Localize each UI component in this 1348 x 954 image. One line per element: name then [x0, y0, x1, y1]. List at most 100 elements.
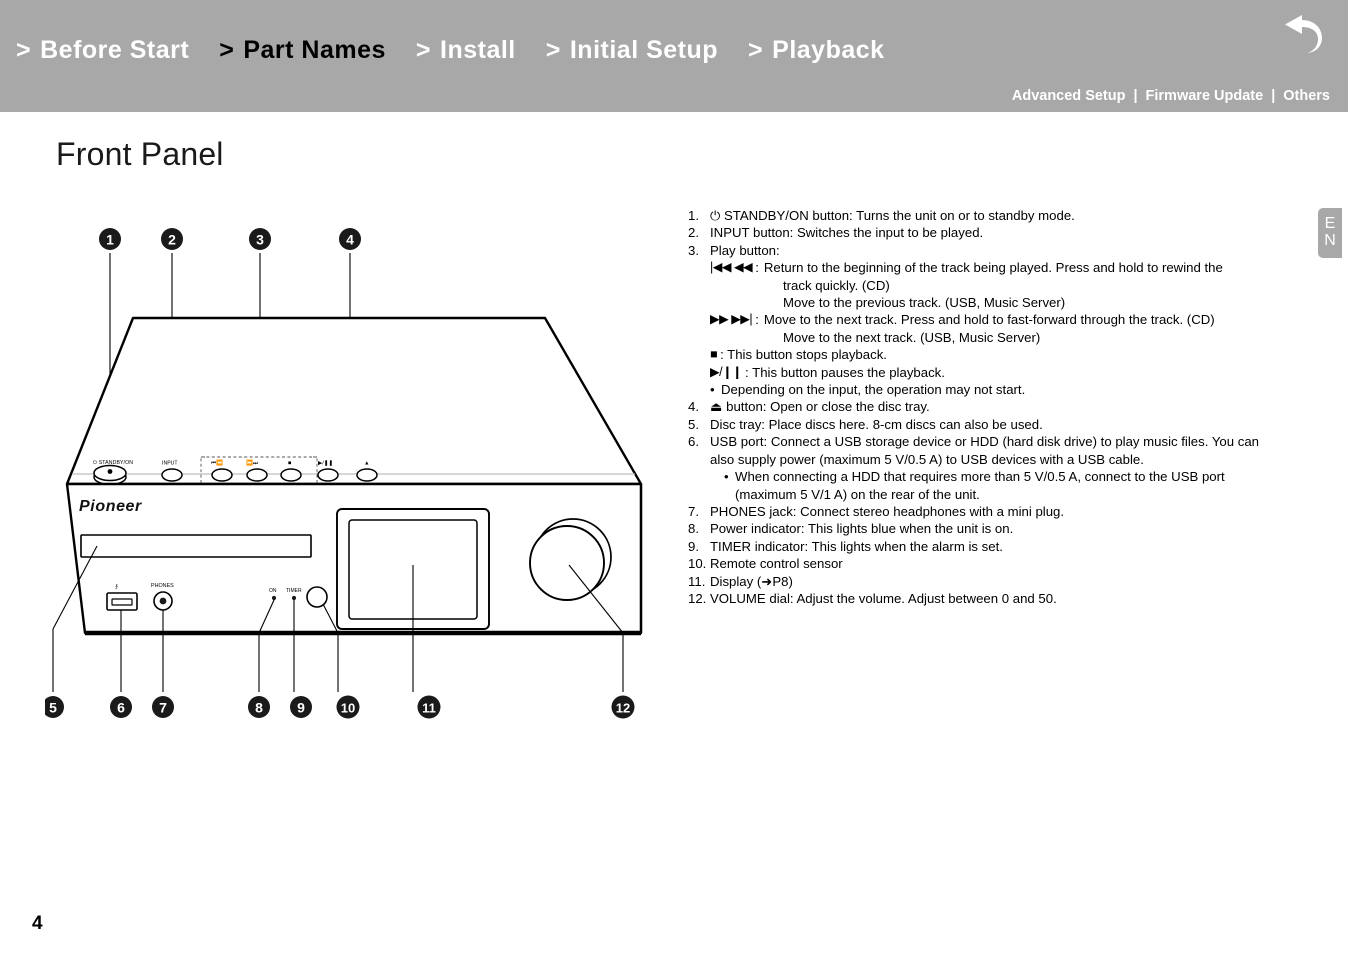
stop-button — [280, 468, 302, 482]
desc-text-7: PHONES jack: Connect stereo headphones w… — [710, 503, 1065, 519]
device-top-face — [65, 316, 643, 486]
desc-play-pause-row: ▶/❙❙ : This button pauses the playback. — [710, 364, 1298, 381]
callout-8: 8 — [248, 696, 270, 718]
desc-play-note-row: • Depending on the input, the operation … — [710, 381, 1298, 398]
input-button — [161, 468, 183, 482]
callout-12: 12 — [611, 695, 635, 719]
desc-text-6-cont: also supply power (maximum 5 V/0.5 A) to… — [710, 451, 1144, 467]
desc-item-9: 9. TIMER indicator: This lights when the… — [688, 538, 1298, 555]
secondary-nav-others[interactable]: Others — [1283, 88, 1330, 104]
play-pause-symbol: ▶/❙❙ — [710, 364, 743, 379]
svg-text:2: 2 — [168, 232, 176, 248]
lang-tab-line1: E — [1324, 215, 1336, 233]
prev-track-line1: Return to the beginning of the track bei… — [763, 260, 1223, 276]
nav-label-before-start: Before Start — [40, 36, 190, 64]
device-illustration: 1 2 3 4 ⏻ STANDBY/ON INPUT ⏮⏪ ⏩⏭ ■ ▶/❚❚ … — [45, 228, 643, 719]
desc-num-3: 3. — [688, 242, 699, 258]
play-note-text: Depending on the input, the operation ma… — [721, 382, 1026, 398]
nav-item-part-names[interactable]: > Part Names — [219, 36, 386, 65]
desc-num-11: 11. — [688, 573, 706, 589]
callout-3: 3 — [249, 228, 271, 250]
svg-text:6: 6 — [117, 700, 125, 716]
desc-num-12: 12. — [688, 590, 707, 606]
prev-track-line3: Move to the previous track. (USB, Music … — [783, 295, 1066, 311]
prev-track-symbol: |◀◀ ◀◀ — [710, 260, 753, 275]
stop-text: : This button stops playback. — [720, 347, 887, 363]
callout-2: 2 — [161, 228, 183, 250]
remote-control-sensor — [306, 586, 328, 608]
callout-6: 6 — [110, 696, 132, 718]
usb-note-bullet-icon: • — [724, 469, 729, 485]
stop-symbol: ■ — [710, 347, 718, 362]
front-panel-description-list: 1. ⏻ STANDBY/ON button: Turns the unit o… — [688, 207, 1298, 607]
nav-chevron-icon: > — [16, 36, 32, 64]
svg-text:10: 10 — [341, 701, 355, 716]
language-tab-en: E N — [1318, 208, 1342, 258]
desc-play-prev-row: |◀◀ ◀◀ : Return to the beginning of the … — [710, 259, 1298, 276]
desc-text-1-body: STANDBY/ON button: Turns the unit on or … — [723, 208, 1075, 223]
svg-text:3: 3 — [256, 232, 264, 248]
nav-chevron-icon: > — [748, 36, 764, 64]
nav-label-playback: Playback — [772, 36, 885, 64]
prev-track-button — [211, 468, 233, 482]
phones-jack — [153, 591, 173, 611]
front-panel-diagram: 1 2 3 4 ⏻ STANDBY/ON INPUT ⏮⏪ ⏩⏭ ■ ▶/❚❚ … — [45, 205, 685, 735]
desc-text-8: Power indicator: This lights blue when t… — [710, 521, 1014, 537]
nav-item-install[interactable]: > Install — [416, 36, 516, 65]
secondary-nav-separator: | — [1271, 88, 1276, 104]
power-indicator — [271, 595, 277, 601]
secondary-nav-firmware-update[interactable]: Firmware Update — [1146, 88, 1264, 104]
callout-9: 9 — [290, 696, 312, 718]
nav-item-playback[interactable]: > Playback — [748, 36, 885, 65]
nav-label-part-names: Part Names — [243, 36, 386, 64]
nav-chevron-icon: > — [415, 36, 431, 64]
desc-num-6: 6. — [688, 434, 699, 450]
eject-label: ▲ — [364, 461, 370, 467]
desc-item-11: 11. Display (➜P8) — [688, 573, 1298, 590]
secondary-nav-separator: | — [1133, 88, 1138, 104]
desc-item-6: 6. USB port: Connect a USB storage devic… — [688, 433, 1298, 450]
callout-5: 5 — [45, 696, 64, 718]
next-track-button — [246, 468, 268, 482]
phones-label: PHONES — [151, 583, 174, 589]
svg-text:9: 9 — [297, 700, 305, 716]
nav-item-before-start[interactable]: > Before Start — [16, 36, 189, 65]
usb-note-row: • When connecting a HDD that requires mo… — [724, 468, 1298, 485]
prev-track-label: ⏮⏪ — [211, 459, 223, 467]
desc-text-2: INPUT button: Switches the input to be p… — [710, 225, 984, 241]
svg-text:12: 12 — [616, 701, 630, 716]
standby-on-label: ⏻ STANDBY/ON — [93, 460, 133, 466]
desc-num-8: 8. — [688, 521, 699, 537]
play-pause-button — [317, 468, 339, 482]
usb-label: ∱ — [115, 584, 118, 590]
desc-text-9: TIMER indicator: This lights when the al… — [710, 538, 1003, 554]
desc-item-3: 3. Play button: — [688, 242, 1298, 259]
desc-item-1: 1. ⏻ STANDBY/ON button: Turns the unit o… — [688, 207, 1298, 224]
desc-text-4-body: button: Open or close the disc tray. — [726, 399, 930, 415]
standby-power-icon: ⏻ — [710, 208, 721, 223]
pioneer-logo: Pioneer — [79, 498, 142, 515]
back-arrow-icon[interactable] — [1280, 14, 1326, 56]
usb-port — [106, 592, 138, 611]
desc-play-stop-row: ■ : This button stops playback. — [710, 346, 1298, 363]
desc-item-5: 5. Disc tray: Place discs here. 8-cm dis… — [688, 416, 1298, 433]
desc-play-next-row: ▶▶ ▶▶| : Move to the next track. Press a… — [710, 311, 1298, 328]
prev-colon: : — [755, 260, 759, 276]
callout-7: 7 — [152, 696, 174, 718]
desc-text-3: Play button: — [710, 242, 780, 258]
page-number: 4 — [32, 913, 43, 934]
usb-note-line2: (maximum 5 V/1 A) on the rear of the uni… — [735, 486, 980, 502]
prev-track-line2: track quickly. (CD) — [783, 277, 890, 293]
secondary-nav-advanced-setup[interactable]: Advanced Setup — [1012, 88, 1126, 104]
nav-item-initial-setup[interactable]: > Initial Setup — [546, 36, 718, 65]
eject-button — [356, 468, 378, 482]
disc-tray-slot — [80, 534, 312, 558]
desc-text-5: Disc tray: Place discs here. 8-cm discs … — [710, 416, 1043, 432]
next-track-label: ⏩⏭ — [246, 459, 258, 467]
nav-label-install: Install — [440, 36, 516, 64]
desc-num-5: 5. — [688, 416, 699, 432]
desc-num-9: 9. — [688, 538, 699, 554]
svg-text:⏻ STANDBY/ON: ⏻ STANDBY/ON — [93, 460, 133, 466]
desc-text-10: Remote control sensor — [710, 556, 843, 572]
next-track-line2: Move to the next track. (USB, Music Serv… — [783, 329, 1041, 345]
